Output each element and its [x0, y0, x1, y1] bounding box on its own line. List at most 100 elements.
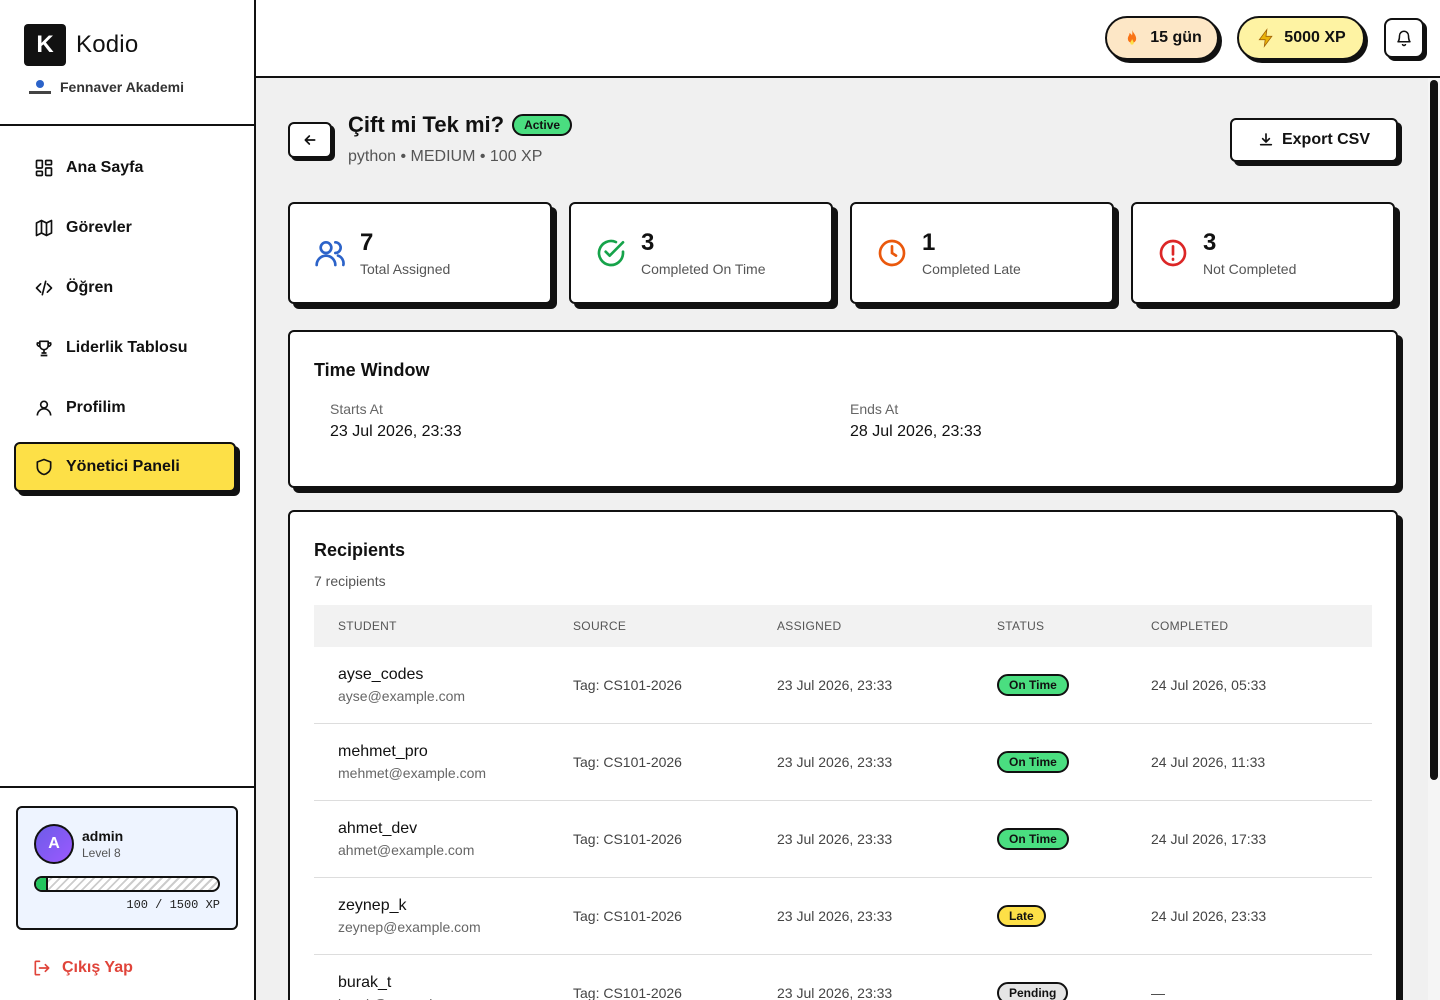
source-cell: Tag: CS101-2026 [573, 754, 682, 770]
clock-icon [878, 239, 906, 267]
stat-value: 7 [360, 229, 374, 256]
sidebar-item-profilim[interactable]: Profilim [0, 378, 254, 438]
recipients-count: 7 recipients [314, 573, 386, 589]
xp-progress-fill [36, 878, 49, 890]
assigned-cell: 23 Jul 2026, 23:33 [777, 754, 893, 770]
sidebar-item-ogren[interactable]: Öğren [0, 258, 254, 318]
lightning-icon [1258, 28, 1273, 48]
sidebar-item-liderlik-tablosu[interactable]: Liderlik Tablosu [0, 318, 254, 378]
main-content: Çift mi Tek mi? Active python • MEDIUM •… [256, 78, 1428, 1000]
recipients-card: Recipients 7 recipients STUDENT SOURCE A… [288, 510, 1398, 1000]
arrow-left-icon [304, 135, 316, 145]
table-row[interactable]: ayse_codes ayse@example.com Tag: CS101-202… [314, 647, 1372, 724]
table-body: ayse_codes ayse@example.com Tag: CS101-202… [314, 647, 1372, 1000]
completed-cell: — [1151, 985, 1165, 1000]
logout-button[interactable]: Çıkış Yap [32, 958, 238, 978]
sidebar-item-label: Ana Sayfa [66, 159, 144, 176]
xp-badge[interactable]: 5000 XP [1237, 16, 1365, 60]
completed-cell: 24 Jul 2026, 23:33 [1151, 908, 1267, 924]
sidebar-item-label: Profilim [66, 399, 126, 416]
topbar: 15 gün 5000 XP [256, 0, 1440, 78]
download-icon [1259, 133, 1273, 146]
completed-cell: 24 Jul 2026, 11:33 [1151, 754, 1266, 770]
logout-icon [34, 960, 50, 976]
column-header-assigned[interactable]: ASSIGNED [777, 619, 997, 633]
stat-card-total-assigned: 7 Total Assigned [288, 202, 552, 304]
grid-icon [35, 159, 53, 177]
table-row[interactable]: ahmet_dev ahmet@example.com Tag: CS101-202… [314, 801, 1372, 878]
completed-cell: 24 Jul 2026, 17:33 [1151, 831, 1267, 847]
time-window-title: Time Window [314, 360, 430, 380]
completed-cell: 24 Jul 2026, 05:33 [1151, 677, 1267, 693]
main-scrollbar[interactable] [1428, 78, 1440, 1000]
sidebar-item-yonetici-paneli[interactable]: Yönetici Paneli [14, 442, 236, 492]
avatar: A [34, 824, 74, 864]
map-icon [35, 219, 53, 237]
brand-header: K Kodio Fennaver Akademi [0, 0, 254, 126]
student-email: ahmet@example.com [338, 842, 475, 858]
ends-at: Ends At 28 Jul 2026, 23:33 [850, 401, 1370, 441]
app-name: Kodio [76, 31, 139, 58]
app-logo: K [24, 24, 66, 66]
recipients-title: Recipients [314, 540, 406, 560]
brand-logo-link[interactable]: K Kodio [24, 24, 254, 66]
stat-card-completed-late: 1 Completed Late [850, 202, 1114, 304]
org-name: Fennaver Akademi [60, 79, 184, 95]
notifications-button[interactable] [1384, 18, 1424, 58]
sidebar-nav: Ana Sayfa Görevler Öğren Liderlik Tablos… [0, 126, 254, 492]
code-icon [35, 280, 53, 296]
org-row: Fennaver Akademi [28, 78, 254, 96]
recipients-table: STUDENT SOURCE ASSIGNED STATUS COMPLETED… [314, 605, 1372, 1000]
export-csv-button[interactable]: Export CSV [1230, 118, 1398, 162]
table-row[interactable]: burak_t burak@example.comTag: CS101-2026 2… [314, 955, 1372, 1000]
student-email: ayse@example.com [338, 688, 466, 704]
sidebar-item-ana-sayfa[interactable]: Ana Sayfa [0, 138, 254, 198]
stat-label: Completed Late [922, 261, 1021, 277]
scrollbar-thumb[interactable] [1430, 80, 1438, 780]
student-name: zeynep_k [338, 897, 407, 914]
student-email: zeynep@example.com [338, 919, 481, 935]
table-row[interactable]: zeynep_k zeynep@example.com Tag: CS101-202… [314, 878, 1372, 955]
streak-badge[interactable]: 15 gün [1105, 16, 1219, 60]
source-cell: Tag: CS101-2026 [573, 831, 682, 847]
check-circle-icon [597, 239, 625, 267]
sidebar-item-gorevler[interactable]: Görevler [0, 198, 254, 258]
logout-label: Çıkış Yap [62, 959, 133, 976]
student-email: burak@example.com [338, 996, 573, 1000]
back-button[interactable] [288, 122, 332, 158]
time-window-card: Time Window Starts At 23 Jul 2026, 23:33… [288, 330, 1398, 488]
column-header-student[interactable]: STUDENT [314, 619, 573, 633]
student-name: ayse_codes [338, 666, 424, 683]
alert-circle-icon [1159, 239, 1187, 267]
status-badge: On Time [997, 751, 1069, 773]
source-cell: Tag: CS101-2026 [573, 677, 682, 693]
table-header: STUDENT SOURCE ASSIGNED STATUS COMPLETED [314, 605, 1372, 647]
ends-at-label: Ends At [850, 401, 899, 417]
user-level: Level 8 [82, 846, 121, 860]
status-badge: Late [997, 905, 1046, 927]
student-name: mehmet_pro [338, 743, 428, 760]
flame-icon [1128, 29, 1137, 45]
assigned-cell: 23 Jul 2026, 23:33 [777, 831, 893, 847]
stat-value: 1 [922, 229, 936, 256]
column-header-source[interactable]: SOURCE [573, 619, 777, 633]
user-icon [36, 400, 52, 416]
sidebar-item-label: Görevler [66, 219, 132, 236]
trophy-icon [36, 340, 52, 357]
student-email: mehmet@example.com [338, 765, 487, 781]
assigned-cell: 23 Jul 2026, 23:33 [777, 677, 893, 693]
column-header-status[interactable]: STATUS [997, 619, 1151, 633]
starts-at: Starts At 23 Jul 2026, 23:33 [330, 401, 850, 441]
xp-text: 5000 XP [1284, 29, 1346, 46]
status-badge: On Time [997, 674, 1069, 696]
starts-at-label: Starts At [330, 401, 383, 417]
page-subtitle: python • MEDIUM • 100 XP [348, 148, 543, 165]
assigned-cell: 23 Jul 2026, 23:33 [777, 985, 893, 1000]
column-header-completed[interactable]: COMPLETED [1151, 619, 1351, 633]
shield-icon [36, 458, 52, 476]
stat-card-completed-on-time: 3 Completed On Time [569, 202, 833, 304]
table-row[interactable]: mehmet_pro mehmet@example.com Tag: CS101-2… [314, 724, 1372, 801]
stat-label: Total Assigned [360, 261, 451, 277]
student-name: burak_t [338, 974, 392, 991]
user-card[interactable]: A admin Level 8 100 / 1500 XP [16, 806, 238, 930]
